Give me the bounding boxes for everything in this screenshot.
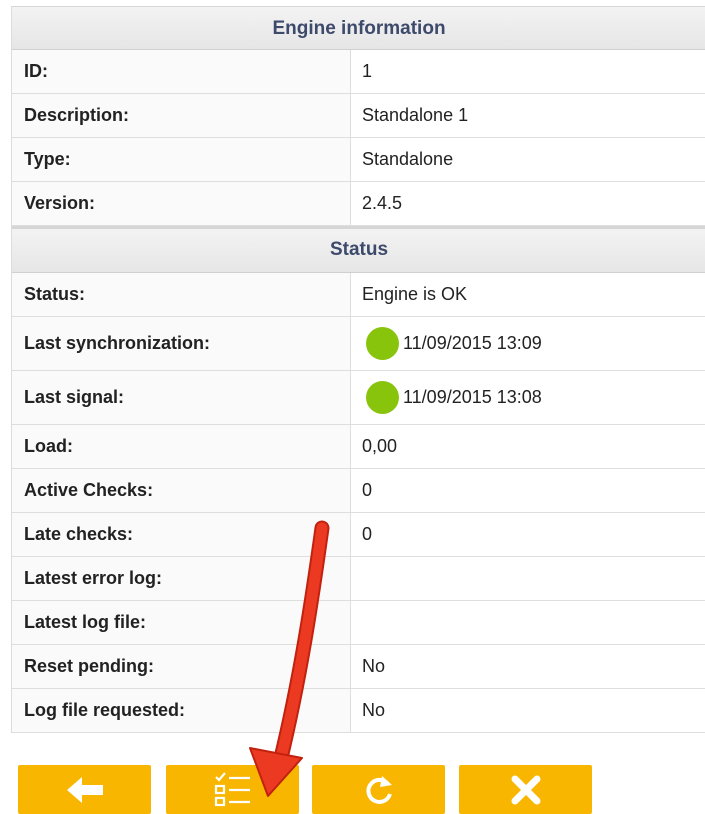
status-row-latest-error-log: Latest error log: (12, 557, 705, 601)
refresh-icon (365, 775, 392, 804)
status-row-load: Load: 0,00 (12, 425, 705, 469)
row-label: Type: (12, 138, 351, 181)
row-value: No (351, 689, 705, 732)
engine-information-header: Engine information (12, 6, 705, 50)
row-value: 1 (351, 50, 705, 93)
arrow-left-icon (66, 776, 103, 803)
row-label: Active Checks: (12, 469, 351, 512)
row-label: Reset pending: (12, 645, 351, 688)
row-value: 11/09/2015 13:09 (351, 317, 705, 370)
row-label: Version: (12, 182, 351, 225)
row-value: 0 (351, 513, 705, 556)
row-label: Description: (12, 94, 351, 137)
row-value: Standalone 1 (351, 94, 705, 137)
status-header: Status (12, 226, 705, 273)
status-row-log-file-requested: Log file requested: No (12, 689, 705, 733)
checklist-icon (214, 771, 250, 806)
row-value: No (351, 645, 705, 688)
ok-dot-icon (366, 327, 399, 360)
close-button[interactable] (459, 765, 592, 814)
row-value (351, 557, 705, 600)
row-value: 0 (351, 469, 705, 512)
ok-dot-icon (366, 381, 399, 414)
row-value: 2.4.5 (351, 182, 705, 225)
close-icon (511, 775, 540, 804)
status-row-latest-log-file: Latest log file: (12, 601, 705, 645)
status-row-active-checks: Active Checks: 0 (12, 469, 705, 513)
row-value: 11/09/2015 13:08 (351, 371, 705, 424)
row-label: Last signal: (12, 371, 351, 424)
last-synchronization-value: 11/09/2015 13:09 (403, 333, 542, 353)
engine-row-type: Type: Standalone (12, 138, 705, 182)
row-value: Standalone (351, 138, 705, 181)
last-signal-value: 11/09/2015 13:08 (403, 387, 542, 407)
row-label: Load: (12, 425, 351, 468)
engine-row-id: ID: 1 (12, 50, 705, 94)
row-label: Last synchronization: (12, 317, 351, 370)
refresh-button[interactable] (312, 765, 445, 814)
back-button[interactable] (18, 765, 151, 814)
engine-row-version: Version: 2.4.5 (12, 182, 705, 226)
engine-panel: Engine information ID: 1 Description: St… (11, 6, 705, 733)
row-value: 0,00 (351, 425, 705, 468)
row-label: Log file requested: (12, 689, 351, 732)
row-label: Status: (12, 273, 351, 316)
status-row-status: Status: Engine is OK (12, 273, 705, 317)
row-label: Latest log file: (12, 601, 351, 644)
checklist-button[interactable] (166, 765, 299, 814)
row-label: Latest error log: (12, 557, 351, 600)
row-label: ID: (12, 50, 351, 93)
action-toolbar (18, 765, 598, 814)
status-row-last-synchronization: Last synchronization: 11/09/2015 13:09 (12, 317, 705, 371)
status-row-late-checks: Late checks: 0 (12, 513, 705, 557)
row-label: Late checks: (12, 513, 351, 556)
status-row-reset-pending: Reset pending: No (12, 645, 705, 689)
row-value: Engine is OK (351, 273, 705, 316)
status-row-last-signal: Last signal: 11/09/2015 13:08 (12, 371, 705, 425)
engine-row-description: Description: Standalone 1 (12, 94, 705, 138)
row-value (351, 601, 705, 644)
